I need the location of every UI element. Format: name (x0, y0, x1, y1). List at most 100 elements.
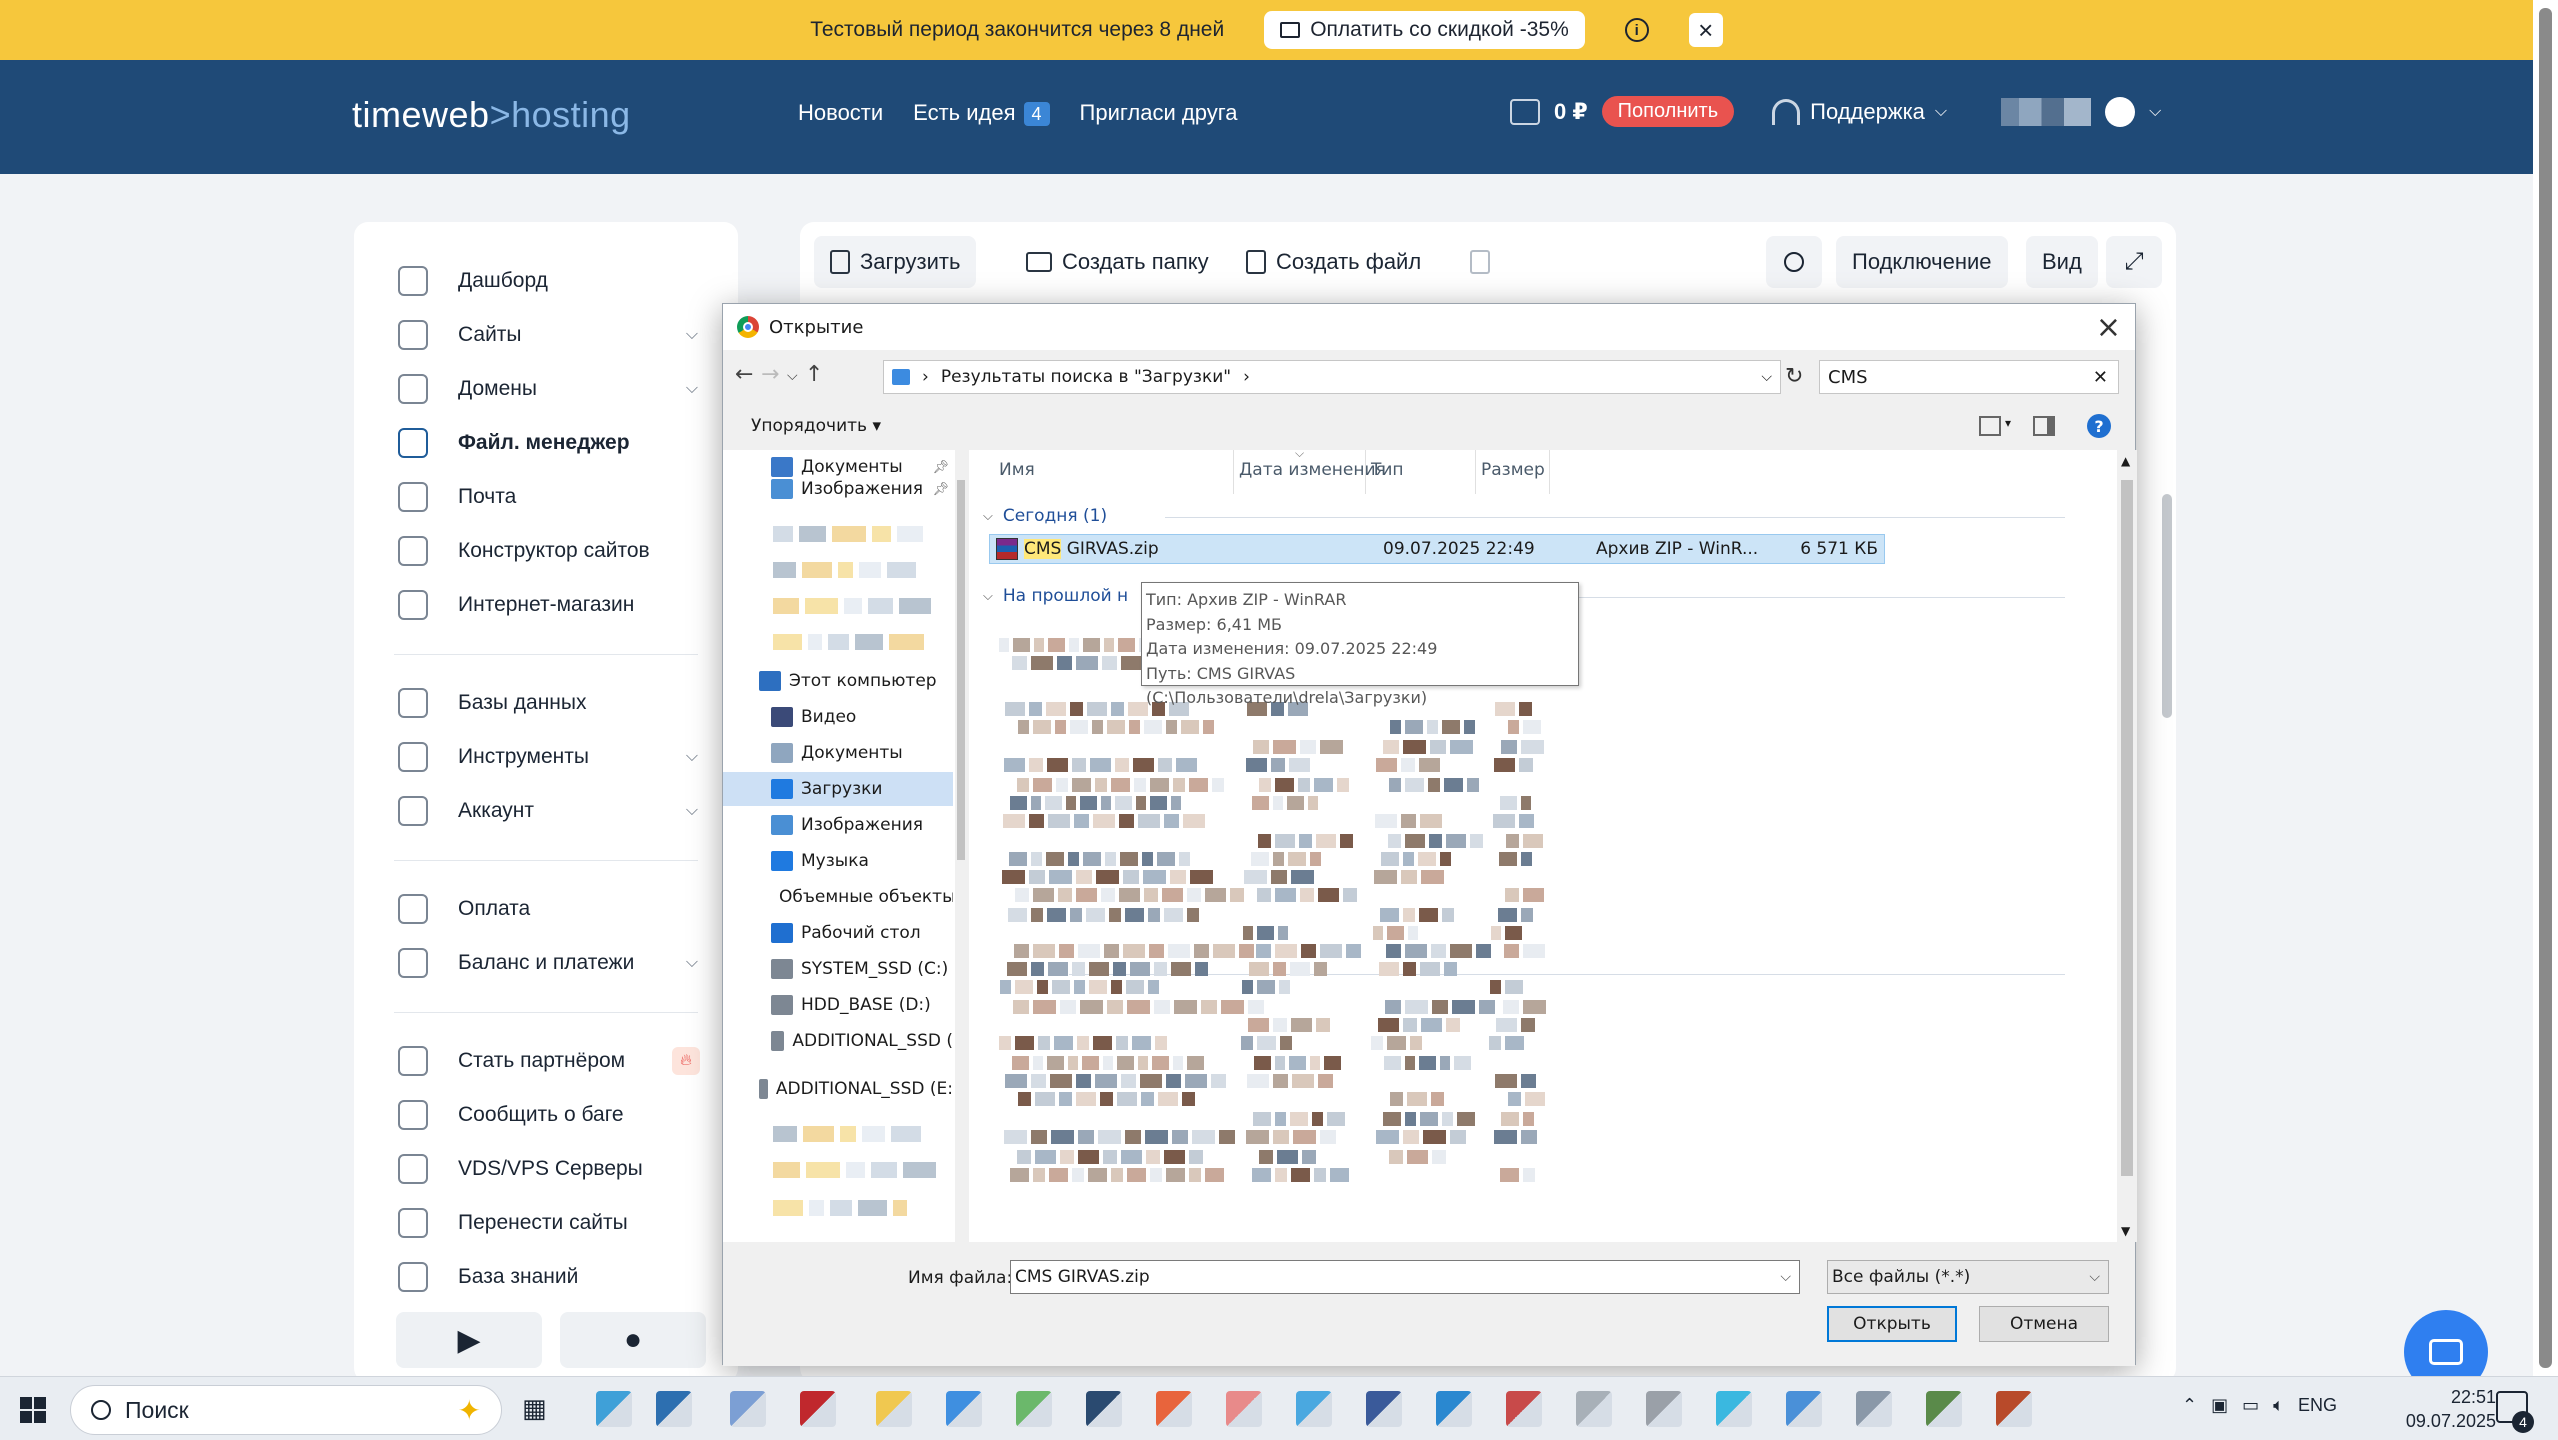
chevron-down-icon[interactable]: ⌵ (2149, 103, 2161, 121)
chevron-down-icon[interactable]: ⌵ (686, 748, 698, 766)
language-indicator[interactable]: ENG (2298, 1395, 2337, 1416)
paste-button[interactable] (1454, 236, 1506, 288)
nav-scrollbar[interactable] (955, 450, 965, 1242)
organize-menu[interactable]: Упорядочить ▾ (751, 416, 881, 436)
display-icon[interactable]: ▭ (2242, 1395, 2259, 1416)
sidebar-item-5[interactable]: Конструктор сайтов (354, 524, 738, 578)
preview-pane-icon[interactable] (2033, 416, 2055, 436)
taskbar-app-icon[interactable] (1366, 1391, 1402, 1427)
taskbar-app-icon[interactable] (730, 1391, 766, 1427)
list-scrollbar[interactable]: ▲ ▼ (2117, 450, 2137, 1242)
help-icon[interactable]: ? (2087, 414, 2111, 438)
nav-item-7[interactable]: Музыка (723, 844, 953, 878)
forward-arrow-icon[interactable]: → (761, 362, 779, 387)
sidebar-item-0[interactable]: Дашборд (354, 254, 738, 308)
nav-invite[interactable]: Пригласи друга (1080, 100, 1238, 126)
taskbar-app-icon[interactable] (1716, 1391, 1752, 1427)
sidebar-item-15[interactable]: Перенести сайты (354, 1196, 738, 1250)
taskbar-search[interactable]: Поиск ✦ (70, 1385, 502, 1435)
topup-button[interactable]: Пополнить (1601, 96, 1735, 127)
avatar[interactable] (2105, 96, 2136, 127)
page-scrollbar[interactable] (2533, 0, 2558, 1376)
taskbar-app-icon[interactable] (1856, 1391, 1892, 1427)
taskbar-app-icon[interactable] (1436, 1391, 1472, 1427)
column-name[interactable]: Имя (999, 460, 1035, 480)
nav-item-12[interactable]: ADDITIONAL_SSD ( (723, 1024, 953, 1058)
view-mode-chevron-icon[interactable]: ▾ (2005, 416, 2011, 430)
taskbar-app-icon[interactable] (1576, 1391, 1612, 1427)
nav-news[interactable]: Новости (798, 100, 883, 126)
group-last-week[interactable]: ⌵ На прошлой н (983, 586, 1128, 606)
refresh-icon[interactable]: ↻ (1785, 364, 1803, 389)
taskbar-app-icon[interactable] (1296, 1391, 1332, 1427)
chevron-up-icon[interactable]: ⌃ (2182, 1395, 2197, 1416)
scroll-up-icon[interactable]: ▲ (2121, 454, 2130, 468)
nav-item-4[interactable]: Документы (723, 736, 953, 770)
sidebar-item-6[interactable]: Интернет-магазин (354, 578, 738, 632)
taskbar-app-icon[interactable] (1506, 1391, 1542, 1427)
fullscreen-icon[interactable]: ⤢ (2106, 236, 2162, 288)
sidebar-item-9[interactable]: Аккаунт ⌵ (354, 784, 738, 838)
taskbar-app-icon[interactable] (876, 1391, 912, 1427)
chevron-down-icon[interactable]: ⌵ (686, 954, 698, 972)
list-scroll-thumb[interactable] (2121, 480, 2133, 1176)
file-row-cms-girvas[interactable]: CMS GIRVAS.zip 09.07.2025 22:49 Архив ZI… (989, 534, 1885, 564)
nav-item-9[interactable]: Рабочий стол (723, 916, 953, 950)
taskbar-app-icon[interactable] (946, 1391, 982, 1427)
column-date[interactable]: Дата изменения (1239, 460, 1386, 480)
address-bar[interactable]: › Результаты поиска в "Загрузки" › ⌵ (883, 360, 1781, 394)
clock[interactable]: 22:51 09.07.2025 (2396, 1385, 2496, 1433)
clear-search-icon[interactable]: ✕ (2093, 367, 2108, 388)
sidebar-item-13[interactable]: Сообщить о баге (354, 1088, 738, 1142)
taskbar-app-icon[interactable] (596, 1391, 632, 1427)
recent-chevron-icon[interactable]: ⌵ (787, 368, 798, 384)
nav-item-5[interactable]: Загрузки (723, 772, 953, 806)
taskbar-app-icon[interactable] (800, 1391, 836, 1427)
dialog-close-button[interactable]: × (2096, 310, 2121, 345)
group-today[interactable]: ⌵ Сегодня (1) (983, 506, 1107, 526)
nav-item-10[interactable]: SYSTEM_SSD (C:) (723, 952, 953, 986)
taskbar-app-icon[interactable] (1926, 1391, 1962, 1427)
taskbar-app-icon[interactable] (1016, 1391, 1052, 1427)
scroll-down-icon[interactable]: ▼ (2121, 1224, 2130, 1238)
nav-item-2[interactable]: Этот компьютер (723, 664, 953, 698)
taskbar-app-icon[interactable] (1226, 1391, 1262, 1427)
volume-icon[interactable]: 🔈︎ (2273, 1395, 2284, 1416)
up-arrow-icon[interactable]: ↑ (805, 362, 823, 387)
nav-scroll-thumb[interactable] (957, 480, 965, 860)
pay-discount-button[interactable]: Оплатить со скидкой -35% (1264, 11, 1585, 49)
search-input[interactable]: CMS ✕ (1819, 360, 2119, 394)
nav-idea[interactable]: Есть идея 4 (913, 100, 1050, 126)
sidebar-item-1[interactable]: Сайты ⌵ (354, 308, 738, 362)
column-size[interactable]: Размер (1481, 460, 1545, 480)
column-separator[interactable] (1365, 450, 1366, 494)
chevron-down-icon[interactable]: ⌵ (1780, 1269, 1791, 1285)
filename-input[interactable]: CMS GIRVAS.zip ⌵ (1010, 1260, 1800, 1294)
address-dropdown-icon[interactable]: ⌵ (1761, 369, 1772, 385)
new-folder-button[interactable]: Создать папку (1010, 236, 1225, 288)
new-file-button[interactable]: Создать файл (1230, 236, 1437, 288)
search-button[interactable] (1766, 236, 1822, 288)
google-play-icon[interactable]: ▶ (396, 1312, 542, 1368)
upload-button[interactable]: Загрузить (814, 236, 977, 288)
view-button[interactable]: Вид (2026, 236, 2098, 288)
sidebar-item-14[interactable]: VDS/VPS Серверы (354, 1142, 738, 1196)
open-button[interactable]: Открыть (1827, 1306, 1957, 1342)
chevron-down-icon[interactable]: ⌵ (686, 326, 698, 344)
nav-item-3[interactable]: Видео (723, 700, 953, 734)
column-separator[interactable] (1475, 450, 1476, 494)
sidebar-item-7[interactable]: Базы данных (354, 676, 738, 730)
column-separator[interactable] (1233, 450, 1234, 494)
info-icon[interactable]: i (1624, 18, 1649, 42)
file-manager-scrollbar[interactable] (2162, 494, 2172, 718)
sidebar-item-2[interactable]: Домены ⌵ (354, 362, 738, 416)
column-separator[interactable] (1549, 450, 1550, 494)
filetype-select[interactable]: Все файлы (*.*) ⌵ (1827, 1260, 2109, 1294)
nav-item-8[interactable]: Объемные объекты (723, 880, 953, 914)
sidebar-item-3[interactable]: Файл. менеджер (354, 416, 738, 470)
breadcrumb[interactable]: Результаты поиска в "Загрузки" (941, 367, 1231, 387)
logo[interactable]: timeweb>hosting (352, 94, 631, 136)
taskbar-app-icon[interactable] (1996, 1391, 2032, 1427)
taskbar-app-icon[interactable] (656, 1391, 692, 1427)
nav-item-6[interactable]: Изображения (723, 808, 953, 842)
